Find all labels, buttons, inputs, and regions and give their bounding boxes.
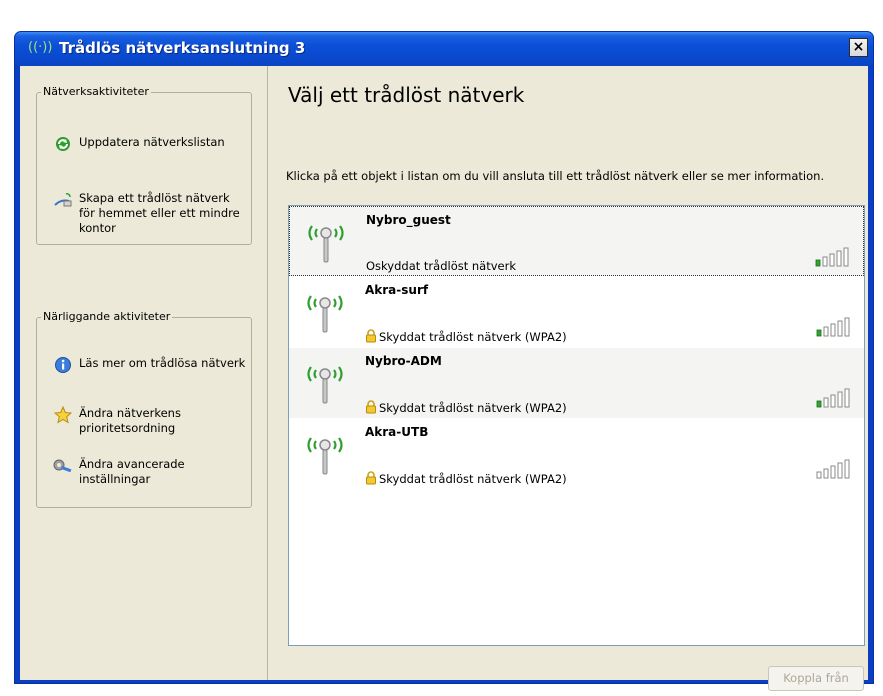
info-icon [53,356,73,376]
network-row[interactable]: Nybro_guest Oskyddat trådlöst nätverk [289,206,864,276]
network-status-text: Skyddat trådlöst nätverk (WPA2) [379,330,567,344]
signal-strength-icon [815,247,849,267]
network-status: Oskyddat trådlöst nätverk [366,259,516,273]
refresh-icon [53,135,73,155]
wireless-antenna-icon [307,366,343,404]
network-row[interactable]: Akra-UTB Skyddat trådlöst nätverk (WPA2) [289,419,864,489]
star-icon [53,405,73,426]
network-name: Nybro_guest [366,213,451,227]
lock-icon [366,471,376,485]
learn-wireless-label: Läs mer om trådlösa nätverk [79,356,246,370]
wireless-connection-window: ((·)) Trådlös nätverksanslutning 3 × Nät… [14,31,874,691]
wireless-antenna-icon [308,225,344,263]
signal-strength-icon [816,317,850,337]
page-description: Klicka på ett objekt i listan om du vill… [286,169,825,183]
network-row[interactable]: Akra-surf Skyddat trådlöst nätverk (WPA2… [289,277,864,347]
wireless-setup-icon [53,191,73,211]
window-client-area: Nätverksaktiviteter Uppdatera nätverksli… [20,66,868,691]
wireless-antenna-icon [307,295,343,333]
disconnect-button[interactable]: Koppla från [768,666,864,691]
setup-wireless-network-label: Skapa ett trådlöst nätverk för hemmet el… [79,191,240,235]
network-tasks-title: Nätverksaktiviteter [41,85,151,98]
change-priority-label: Ändra nätverkens prioritetsordning [79,406,181,435]
network-name: Akra-UTB [365,425,429,439]
network-status: Skyddat trådlöst nätverk (WPA2) [365,329,567,344]
title-bar[interactable]: ((·)) Trådlös nätverksanslutning 3 × [15,32,873,66]
sidebar-divider [267,66,268,680]
page-title: Välj ett trådlöst nätverk [288,83,525,107]
network-tasks-group: Nätverksaktiviteter Uppdatera nätverksli… [36,85,252,245]
network-status-text: Skyddat trådlöst nätverk (WPA2) [379,472,567,486]
window-title: Trådlös nätverksanslutning 3 [59,39,306,57]
wrench-icon [53,457,73,477]
network-list[interactable]: Nybro_guest Oskyddat trådlöst nätverk Ak… [288,205,865,646]
network-status: Skyddat trådlöst nätverk (WPA2) [365,400,567,415]
network-status: Skyddat trådlöst nätverk (WPA2) [365,471,567,486]
lock-icon [366,400,376,414]
network-row[interactable]: Nybro-ADM Skyddat trådlöst nätverk (WPA2… [289,348,864,418]
signal-strength-icon [816,388,850,408]
related-tasks-title: Närliggande aktiviteter [41,310,173,323]
wireless-network-icon: ((·)) [28,40,53,55]
signal-strength-icon [816,459,850,479]
refresh-network-list-label: Uppdatera nätverkslistan [79,135,225,149]
close-button[interactable]: × [849,38,868,57]
network-name: Nybro-ADM [365,354,442,368]
network-name: Akra-surf [365,283,429,297]
network-status-text: Skyddat trådlöst nätverk (WPA2) [379,401,567,415]
related-tasks-group: Närliggande aktiviteter Läs mer om trådl… [36,310,252,508]
advanced-settings-label: Ändra avancerade inställningar [79,457,185,486]
lock-icon [366,329,376,343]
wireless-antenna-icon [307,437,343,475]
